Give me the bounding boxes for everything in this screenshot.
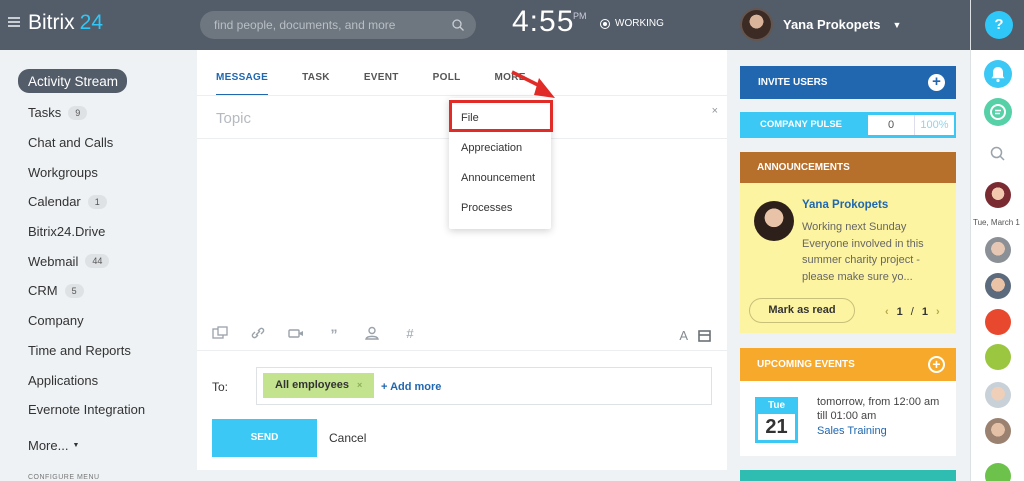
notifications-bell-icon[interactable] — [984, 60, 1012, 88]
pulse-value: 0 — [887, 119, 895, 131]
tab-task[interactable]: TASK — [302, 72, 330, 96]
sidebar-item-webmail[interactable]: Webmail 44 — [18, 246, 190, 276]
clock-ampm: PM — [573, 11, 587, 21]
text-format-icon[interactable]: A — [679, 328, 688, 343]
phone-icon[interactable] — [985, 463, 1011, 481]
rail-date: Tue, March 1 — [973, 218, 1020, 227]
count-badge: 44 — [85, 254, 110, 269]
recipient-chip[interactable]: All employees × — [263, 373, 375, 398]
widget-header-strip — [740, 470, 956, 481]
sidebar-item-tasks[interactable]: Tasks 9 — [18, 98, 190, 128]
announcements-title: ANNOUNCEMENTS — [740, 152, 956, 183]
recipients-field[interactable]: All employees × + Add more — [256, 367, 712, 405]
event-time: tomorrow, from 12:00 am till 01:00 am — [817, 396, 940, 422]
sidebar-item-company[interactable]: Company — [18, 306, 190, 336]
tab-message[interactable]: MESSAGE — [216, 72, 269, 96]
to-label: To: — [212, 380, 229, 394]
chevron-down-icon: ▼ — [892, 19, 902, 30]
menu-icon[interactable] — [8, 17, 20, 27]
quote-icon[interactable]: ” — [326, 326, 342, 342]
video-icon[interactable] — [288, 326, 304, 340]
menu-item-appreciation[interactable]: Appreciation — [461, 142, 522, 154]
tab-event[interactable]: EVENT — [364, 72, 399, 96]
announcement-text[interactable]: Working next Sunday Everyone involved in… — [802, 219, 947, 285]
avatar[interactable] — [740, 8, 773, 41]
announcement-pager: ‹ 1 / 1 › — [885, 306, 940, 318]
post-tabs: MESSAGE TASK EVENT POLL MORE — [216, 72, 560, 96]
right-rail: ? Tue, March 1 — [970, 0, 1024, 481]
megaphone-icon[interactable] — [985, 309, 1011, 335]
search-box[interactable] — [200, 11, 476, 39]
editor-toolbar: ” # — [212, 326, 418, 342]
avatar[interactable] — [985, 382, 1011, 408]
help-button[interactable]: ? — [985, 11, 1013, 39]
configure-menu-link[interactable]: CONFIGURE MENU — [28, 474, 100, 481]
format-toolbar: A — [679, 328, 711, 343]
avatar[interactable] — [985, 237, 1011, 263]
clock-time: 4:55 — [512, 5, 575, 38]
sidebar-item-crm[interactable]: CRM 5 — [18, 276, 190, 306]
chevron-down-icon: ▼ — [72, 441, 80, 449]
mark-as-read-button[interactable]: Mark as read — [749, 298, 855, 323]
sidebar-item-activity-stream[interactable]: Activity Stream — [18, 69, 127, 93]
company-pulse[interactable]: COMPANY PULSE 0 100% — [740, 112, 956, 138]
sidebar-item-more[interactable]: More... ▼ — [18, 431, 190, 461]
logo[interactable]: Bitrix 24 — [28, 11, 103, 35]
avatar[interactable] — [985, 273, 1011, 299]
avatar[interactable] — [985, 182, 1011, 208]
send-button[interactable]: SEND — [212, 419, 317, 457]
work-status[interactable]: WORKING — [600, 18, 664, 29]
sidebar-item-time-reports[interactable]: Time and Reports — [18, 336, 190, 366]
pulse-percent: 100% — [914, 115, 954, 135]
topic-input[interactable]: Topic — [216, 110, 251, 127]
count-badge: 5 — [64, 283, 84, 298]
add-more-link[interactable]: + Add more — [381, 381, 441, 393]
top-header: Bitrix24 4:55 PM WORKING Yana Prokopets … — [0, 0, 970, 50]
avatar[interactable] — [985, 418, 1011, 444]
more-dropdown: File Appreciation Announcement Processes — [449, 98, 553, 229]
count-badge: 9 — [68, 105, 88, 120]
annotation-arrow-icon — [511, 70, 555, 98]
link-icon[interactable] — [250, 326, 266, 340]
sidebar-item-workgroups[interactable]: Workgroups — [18, 157, 190, 187]
sidebar-item-chat[interactable]: Chat and Calls — [18, 128, 190, 158]
tab-poll[interactable]: POLL — [433, 72, 461, 96]
count-badge: 1 — [87, 194, 107, 209]
menu-item-file[interactable]: File — [461, 112, 479, 124]
chevron-left-icon[interactable]: ‹ — [885, 306, 889, 318]
megaphone-icon[interactable] — [985, 344, 1011, 370]
panel-icon[interactable] — [698, 330, 711, 343]
announcement-author[interactable]: Yana Prokopets — [802, 199, 888, 211]
sidebar-item-drive[interactable]: Bitrix24.Drive — [18, 217, 190, 247]
sidebar-item-applications[interactable]: Applications — [18, 365, 190, 395]
user-name: Yana Prokopets — [783, 17, 881, 32]
search-icon[interactable] — [984, 140, 1012, 168]
event-name[interactable]: Sales Training — [817, 425, 887, 437]
sidebar-item-evernote[interactable]: Evernote Integration — [18, 395, 190, 425]
record-icon — [600, 18, 610, 29]
sidebar-item-calendar[interactable]: Calendar 1 — [18, 187, 190, 217]
upload-file-icon[interactable] — [212, 326, 228, 340]
plus-icon: + — [928, 74, 945, 91]
events-title: UPCOMING EVENTS + — [740, 348, 956, 381]
announcements-widget: ANNOUNCEMENTS Yana Prokopets Working nex… — [740, 152, 956, 333]
search-icon[interactable] — [452, 19, 464, 31]
cancel-button[interactable]: Cancel — [329, 431, 366, 445]
invite-users-button[interactable]: INVITE USERS + — [740, 66, 956, 99]
upcoming-events-widget: UPCOMING EVENTS + Tue 21 tomorrow, from 1… — [740, 348, 956, 456]
avatar[interactable] — [754, 201, 794, 241]
left-menu: Activity Stream Tasks 9 Chat and Calls Wo… — [18, 69, 190, 460]
mention-user-icon[interactable] — [364, 326, 380, 340]
hashtag-icon[interactable]: # — [402, 326, 418, 341]
chat-icon[interactable] — [984, 98, 1012, 126]
menu-item-announcement[interactable]: Announcement — [461, 172, 535, 184]
calendar-date-icon: Tue 21 — [755, 397, 798, 443]
chevron-right-icon[interactable]: › — [936, 306, 940, 318]
menu-item-processes[interactable]: Processes — [461, 202, 512, 214]
plus-icon[interactable]: + — [928, 356, 945, 373]
close-icon[interactable]: × — [357, 380, 362, 390]
close-icon[interactable]: × — [712, 105, 718, 117]
user-menu[interactable]: Yana Prokopets ▼ — [740, 8, 901, 41]
search-input[interactable] — [214, 18, 444, 32]
